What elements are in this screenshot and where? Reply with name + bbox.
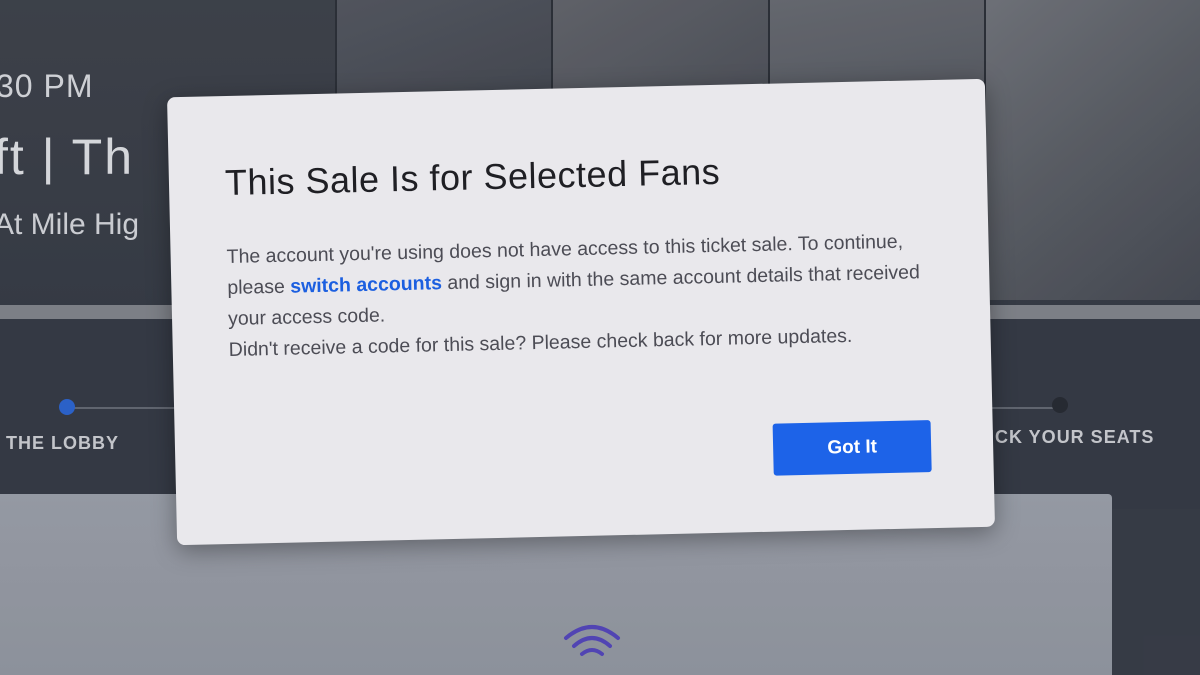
switch-accounts-link[interactable]: switch accounts	[290, 272, 442, 297]
got-it-button[interactable]: Got It	[772, 420, 932, 476]
access-denied-dialog: This Sale Is for Selected Fans The accou…	[167, 78, 995, 546]
dialog-title: This Sale Is for Selected Fans	[224, 150, 721, 204]
dialog-text-secondary: Didn't receive a code for this sale? Ple…	[228, 324, 853, 361]
dialog-message: The account you're using does not have a…	[226, 225, 959, 366]
